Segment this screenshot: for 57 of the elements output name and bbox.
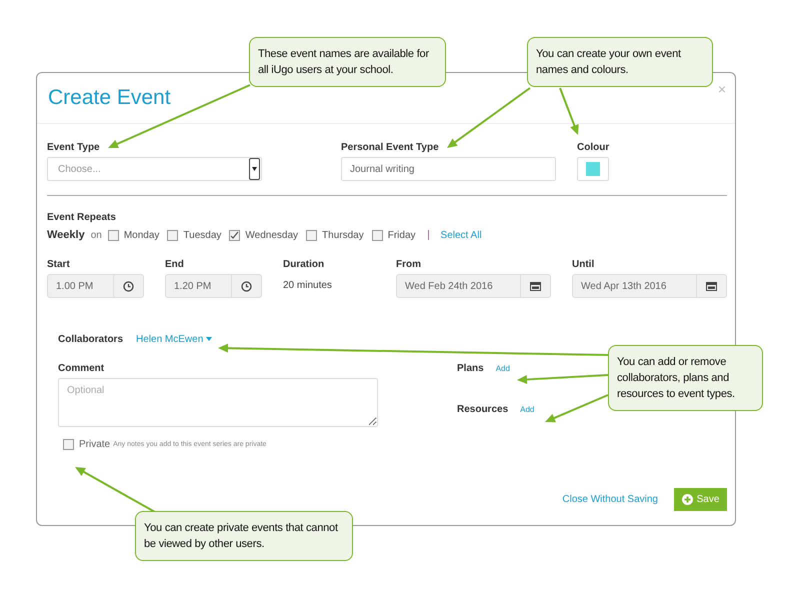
field-label: From bbox=[396, 259, 422, 270]
field-label: End bbox=[165, 259, 185, 270]
on-label: on bbox=[90, 230, 102, 240]
until-date-field[interactable]: Wed Apr 13th 2016 bbox=[572, 274, 727, 298]
day-checkbox[interactable] bbox=[229, 230, 240, 240]
add-link[interactable]: Add bbox=[520, 405, 534, 414]
day-checkbox[interactable] bbox=[108, 230, 119, 240]
field-label: Duration bbox=[283, 259, 326, 270]
close-without-saving-link[interactable]: Close Without Saving bbox=[562, 494, 658, 505]
caret-icon bbox=[206, 337, 212, 342]
private-checkbox[interactable] bbox=[63, 439, 74, 450]
field-label: Until bbox=[572, 259, 596, 270]
private-label: Private bbox=[79, 439, 110, 450]
field-label: Personal Event Type bbox=[341, 142, 440, 153]
day-label: Thursday bbox=[322, 230, 364, 240]
frequency-label: Weekly bbox=[47, 229, 85, 241]
day-checkbox[interactable] bbox=[306, 230, 318, 240]
select-all-link[interactable]: Select All bbox=[440, 230, 482, 240]
field-label: Start bbox=[47, 259, 71, 270]
day-label: Tuesday bbox=[183, 230, 222, 240]
duration-value: 20 minutes bbox=[283, 280, 333, 291]
plus-icon bbox=[682, 494, 693, 505]
end-time-field[interactable]: 1.20 PM bbox=[165, 274, 262, 298]
colour-picker[interactable] bbox=[577, 157, 609, 181]
field-label: Event Type bbox=[47, 142, 101, 153]
personal-event-type-field[interactable]: Journal writing bbox=[341, 157, 556, 181]
clock-icon bbox=[241, 280, 252, 292]
field-label: Plans bbox=[457, 363, 484, 374]
field-label: Collaborators bbox=[58, 334, 124, 345]
callout: You can create private events that cannot be viewed by other users. bbox=[135, 511, 353, 561]
callout-arrow bbox=[545, 394, 608, 422]
callout: You can add or remove collaborators, plans and resources to event types. bbox=[608, 345, 763, 411]
field-label: Comment bbox=[58, 363, 106, 374]
field-label: Resources bbox=[457, 404, 508, 415]
from-date-field[interactable]: Wed Feb 24th 2016 bbox=[396, 274, 551, 298]
dialog-title: Create Event bbox=[48, 86, 171, 110]
event-type-select[interactable]: Choose... bbox=[47, 157, 262, 181]
add-link[interactable]: Add bbox=[496, 364, 510, 373]
calendar-icon bbox=[530, 282, 541, 290]
callout-arrow bbox=[559, 88, 579, 135]
day-checkbox[interactable] bbox=[372, 230, 383, 240]
day-checkbox[interactable] bbox=[167, 230, 178, 240]
comment-field[interactable]: Optional bbox=[58, 378, 378, 427]
start-time-field[interactable]: 1.00 PM bbox=[47, 274, 144, 298]
calendar-icon bbox=[706, 282, 717, 290]
day-label: Monday bbox=[124, 230, 160, 240]
clock-icon bbox=[123, 280, 134, 292]
save-button[interactable]: Save bbox=[674, 488, 727, 511]
day-label: Friday bbox=[388, 230, 416, 240]
callout: These event names are available for all iUgo users at your school. bbox=[249, 37, 446, 87]
callout: You can create your own event names and colours. bbox=[527, 37, 713, 87]
section-label: Event Repeats bbox=[47, 212, 117, 223]
dropdown-icon bbox=[249, 158, 260, 180]
day-label: Wednesday bbox=[245, 230, 298, 240]
field-label: Colour bbox=[577, 142, 610, 153]
close-button[interactable]: × bbox=[718, 81, 726, 97]
collaborator-dropdown[interactable]: Helen McEwen bbox=[136, 334, 212, 345]
